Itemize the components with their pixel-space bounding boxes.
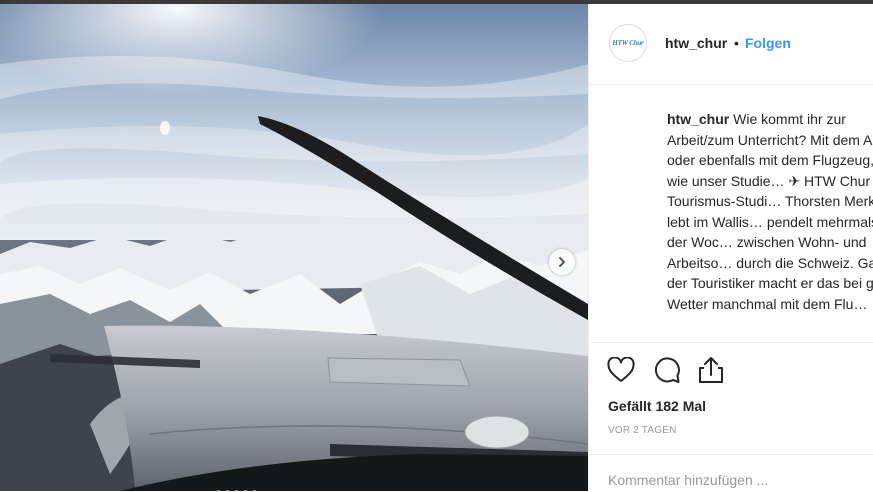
comment-icon — [654, 357, 680, 383]
post-sidebar: HTW Chur htw_chur • Folgen htw_chur Wie … — [588, 4, 873, 491]
comment-input[interactable] — [608, 472, 848, 488]
chevron-right-icon — [559, 257, 565, 267]
comment-box — [589, 454, 873, 492]
like-count[interactable]: Gefällt 182 Mal — [608, 398, 706, 414]
post-actions: Gefällt 182 Mal VOR 2 TAGEN — [589, 342, 873, 455]
share-icon — [699, 357, 723, 383]
avatar[interactable]: HTW Chur — [609, 24, 647, 62]
post-date[interactable]: VOR 2 TAGEN — [608, 425, 677, 436]
follow-button[interactable]: Folgen — [745, 35, 791, 51]
share-button[interactable] — [696, 355, 726, 385]
caption-area[interactable]: htw_chur Wie kommt ihr zur Arbeit/zum Un… — [589, 85, 873, 342]
post-header: HTW Chur htw_chur • Folgen — [589, 4, 873, 85]
caption: htw_chur Wie kommt ihr zur Arbeit/zum Un… — [667, 109, 873, 314]
like-button[interactable] — [606, 355, 636, 385]
heart-icon — [607, 357, 635, 382]
photo-scene — [0, 4, 588, 491]
comment-button[interactable] — [652, 355, 682, 385]
post-photo — [0, 4, 588, 491]
separator-dot: • — [734, 35, 739, 51]
avatar-logo-text: HTW Chur — [612, 39, 644, 47]
next-photo-button[interactable] — [549, 249, 575, 275]
username-link[interactable]: htw_chur — [665, 35, 727, 51]
caption-username[interactable]: htw_chur — [667, 111, 729, 127]
caption-text: Wie kommt ihr zur Arbeit/zum Unterricht?… — [667, 111, 873, 312]
